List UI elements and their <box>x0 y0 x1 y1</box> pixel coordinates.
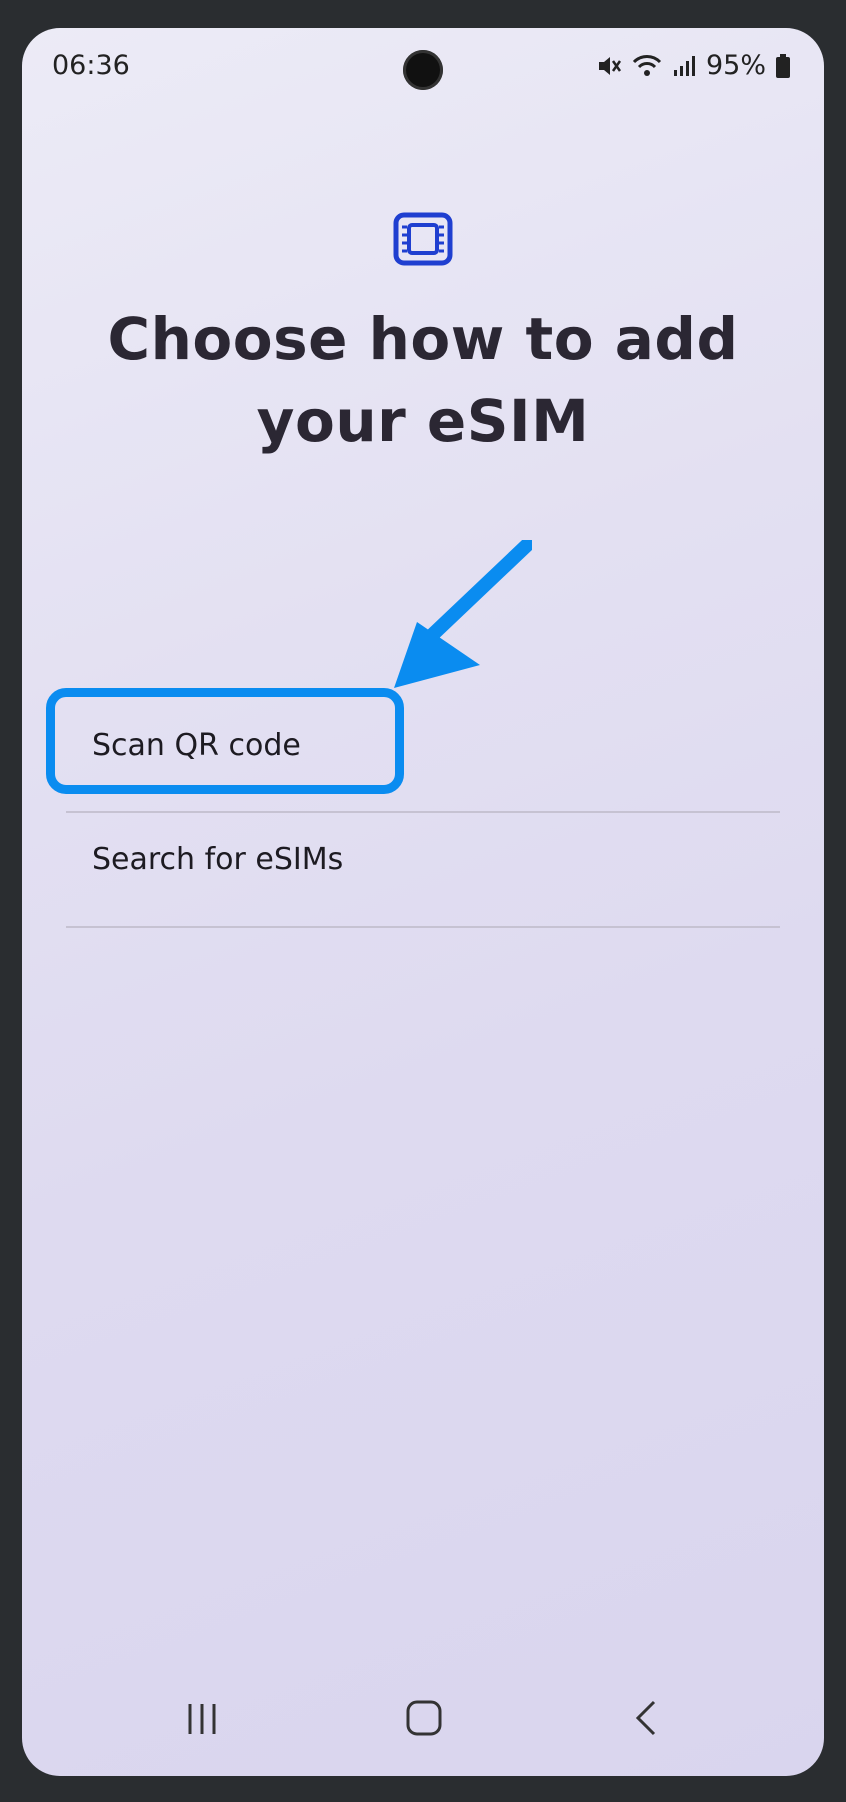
status-time: 06:36 <box>52 50 130 81</box>
home-icon[interactable] <box>394 1688 454 1748</box>
battery-icon <box>776 53 790 78</box>
annotation-arrow <box>372 538 534 704</box>
status-bar: 06:36 95% <box>22 28 824 108</box>
wifi-icon <box>632 53 662 79</box>
back-icon[interactable] <box>616 1688 676 1748</box>
phone-frame: 06:36 95% Choose how to add your eSIM Sc… <box>0 0 846 1802</box>
divider <box>66 926 780 928</box>
sim-card-icon <box>392 211 454 271</box>
mute-icon <box>596 53 622 79</box>
option-label: Search for eSIMs <box>92 842 344 877</box>
annotation-highlight-box <box>46 688 404 794</box>
recent-apps-icon[interactable] <box>172 1688 232 1748</box>
signal-icon <box>672 54 696 78</box>
screen: 06:36 95% Choose how to add your eSIM Sc… <box>22 28 824 1776</box>
front-camera <box>403 50 443 90</box>
battery-percent: 95% <box>705 50 766 81</box>
status-icons: 95% <box>596 50 790 81</box>
option-search-for-esims[interactable]: Search for eSIMs <box>62 802 802 912</box>
page-title: Choose how to add your eSIM <box>107 305 739 455</box>
navigation-bar <box>22 1688 824 1758</box>
